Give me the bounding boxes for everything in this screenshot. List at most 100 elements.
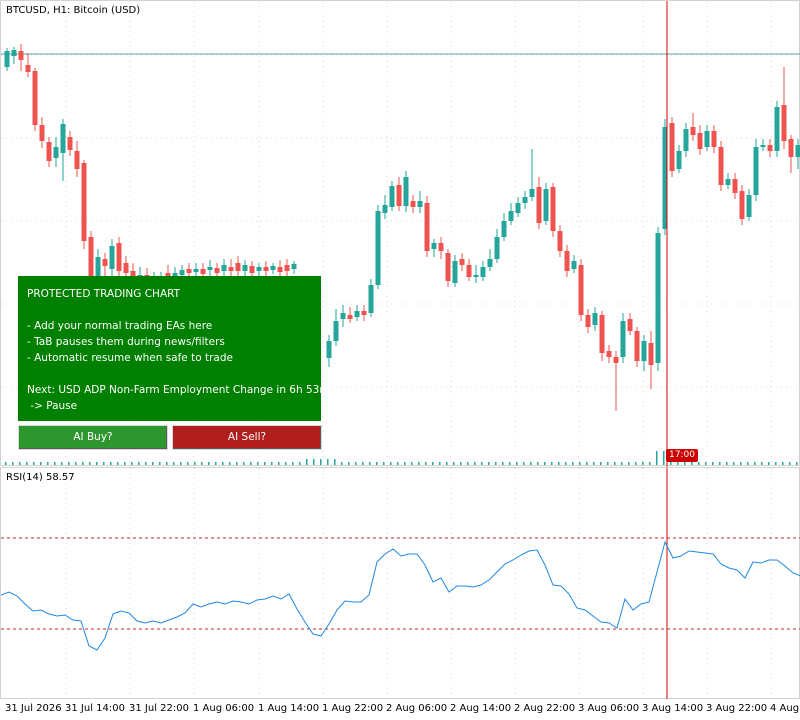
candle-body[interactable] [536, 187, 542, 223]
candle-body[interactable] [774, 107, 780, 151]
candle-body[interactable] [494, 237, 500, 259]
candle-body[interactable] [256, 267, 262, 271]
candle-body[interactable] [424, 203, 430, 251]
candle-body[interactable] [613, 357, 619, 363]
ai-sell-button[interactable]: AI Sell? [172, 425, 322, 450]
candle-body[interactable] [606, 351, 612, 357]
candle-body[interactable] [550, 187, 556, 231]
candle-body[interactable] [438, 243, 444, 251]
rsi-chart-canvas[interactable] [1, 468, 800, 700]
candle-body[interactable] [564, 251, 570, 271]
ai-buy-button[interactable]: AI Buy? [18, 425, 168, 450]
candle-body[interactable] [641, 341, 647, 361]
candle-body[interactable] [186, 269, 192, 273]
candle-body[interactable] [410, 201, 416, 207]
candle-body[interactable] [382, 205, 388, 213]
candle-body[interactable] [445, 253, 451, 281]
candle-body[interactable] [634, 331, 640, 361]
candle-body[interactable] [725, 179, 731, 185]
candle-body[interactable] [60, 124, 66, 153]
candle-body[interactable] [767, 145, 773, 151]
candle-body[interactable] [592, 313, 598, 325]
candle-body[interactable] [676, 151, 682, 169]
candle-body[interactable] [53, 147, 59, 158]
candle-body[interactable] [25, 65, 31, 72]
candle-body[interactable] [4, 51, 10, 67]
candle-body[interactable] [347, 315, 353, 319]
candle-body[interactable] [207, 267, 213, 270]
candle-body[interactable] [403, 177, 409, 206]
candle-body[interactable] [718, 147, 724, 185]
candle-body[interactable] [529, 189, 535, 197]
rsi-line[interactable] [1, 540, 800, 651]
candle-body[interactable] [655, 233, 661, 363]
candle-body[interactable] [739, 191, 745, 219]
candle-body[interactable] [683, 129, 689, 151]
candle-body[interactable] [795, 145, 800, 157]
candle-body[interactable] [249, 266, 255, 273]
candle-body[interactable] [284, 265, 290, 271]
candle-body[interactable] [193, 269, 199, 272]
candle-body[interactable] [417, 201, 423, 207]
candle-body[interactable] [123, 263, 129, 273]
candle-body[interactable] [585, 315, 591, 327]
candle-body[interactable] [788, 139, 794, 157]
candle-body[interactable] [361, 311, 367, 315]
candle-body[interactable] [473, 275, 479, 277]
candle-body[interactable] [102, 259, 108, 266]
candle-body[interactable] [599, 315, 605, 353]
candle-body[interactable] [753, 147, 759, 195]
candle-body[interactable] [543, 189, 549, 221]
candle-body[interactable] [333, 321, 339, 341]
candle-body[interactable] [452, 261, 458, 283]
candle-body[interactable] [326, 341, 332, 358]
candle-body[interactable] [109, 246, 115, 269]
candle-body[interactable] [116, 243, 122, 271]
candle-body[interactable] [81, 163, 87, 241]
candle-body[interactable] [242, 265, 248, 271]
candle-body[interactable] [578, 265, 584, 315]
candle-body[interactable] [732, 179, 738, 193]
candle-body[interactable] [368, 285, 374, 313]
candle-body[interactable] [39, 125, 45, 141]
candle-body[interactable] [781, 105, 787, 141]
candle-body[interactable] [648, 343, 654, 365]
candle-body[interactable] [571, 261, 577, 269]
candle-body[interactable] [88, 237, 94, 277]
candle-body[interactable] [235, 263, 241, 271]
candle-body[interactable] [18, 51, 24, 60]
candle-body[interactable] [389, 186, 395, 207]
candle-body[interactable] [214, 268, 220, 273]
candle-body[interactable] [179, 270, 185, 275]
candle-body[interactable] [487, 259, 493, 267]
candle-body[interactable] [669, 123, 675, 171]
candle-body[interactable] [557, 231, 563, 251]
candle-body[interactable] [291, 264, 297, 269]
candle-body[interactable] [32, 71, 38, 125]
candle-body[interactable] [760, 145, 766, 147]
candle-body[interactable] [466, 265, 472, 277]
candle-body[interactable] [354, 311, 360, 317]
candle-body[interactable] [263, 267, 269, 271]
candle-body[interactable] [431, 243, 437, 249]
candle-body[interactable] [221, 265, 227, 271]
candle-body[interactable] [340, 313, 346, 319]
candle-body[interactable] [228, 267, 234, 271]
candle-body[interactable] [480, 267, 486, 277]
candle-body[interactable] [375, 211, 381, 285]
candle-body[interactable] [620, 321, 626, 357]
candle-body[interactable] [11, 50, 17, 56]
candle-body[interactable] [459, 259, 465, 265]
candle-body[interactable] [277, 267, 283, 272]
candle-body[interactable] [74, 151, 80, 169]
candle-body[interactable] [711, 131, 717, 147]
candle-body[interactable] [67, 137, 73, 150]
candle-body[interactable] [627, 319, 633, 331]
candle-body[interactable] [46, 142, 52, 161]
candle-body[interactable] [515, 203, 521, 213]
candle-body[interactable] [200, 269, 206, 274]
candle-body[interactable] [270, 266, 276, 270]
candle-body[interactable] [697, 133, 703, 149]
candle-body[interactable] [704, 131, 710, 147]
candle-body[interactable] [508, 211, 514, 221]
